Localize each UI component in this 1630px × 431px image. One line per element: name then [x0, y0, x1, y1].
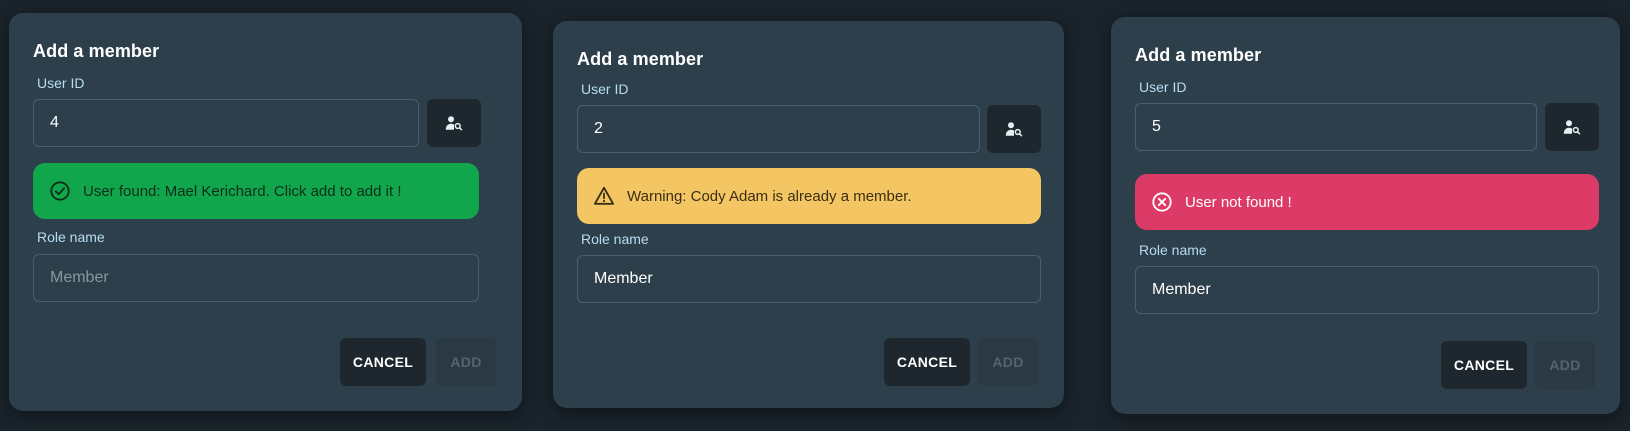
user-id-input[interactable]	[1135, 103, 1537, 151]
check-circle-icon	[49, 180, 71, 202]
user-id-label: User ID	[1139, 79, 1187, 95]
dialog-title: Add a member	[577, 49, 704, 69]
role-name-input[interactable]	[1135, 266, 1599, 314]
add-member-dialog-warning: Add a member User ID Warning: Cody Adam …	[553, 21, 1064, 408]
role-name-label: Role name	[1139, 242, 1207, 258]
alert-success: User found: Mael Kerichard. Click add to…	[33, 163, 479, 219]
user-search-icon	[1005, 122, 1023, 137]
warning-triangle-icon	[593, 185, 615, 207]
cancel-button[interactable]: CANCEL	[884, 338, 970, 386]
add-member-dialog-error: Add a member User ID User not found ! Ro…	[1111, 17, 1620, 414]
dialog-title: Add a member	[1135, 45, 1262, 65]
user-id-input[interactable]	[577, 105, 980, 153]
add-button[interactable]: ADD	[978, 338, 1038, 386]
user-id-label: User ID	[37, 75, 85, 91]
alert-message: Warning: Cody Adam is already a member.	[627, 187, 912, 205]
alert-message: User not found !	[1185, 193, 1292, 211]
add-member-dialog-success: Add a member User ID User found: Mael Ke…	[9, 13, 522, 411]
cancel-button[interactable]: CANCEL	[340, 338, 426, 386]
alert-warning: Warning: Cody Adam is already a member.	[577, 168, 1041, 224]
add-button[interactable]: ADD	[436, 338, 496, 386]
role-name-input[interactable]	[33, 254, 479, 302]
search-user-button[interactable]	[427, 99, 481, 147]
add-button[interactable]: ADD	[1535, 341, 1595, 389]
search-user-button[interactable]	[1545, 103, 1599, 151]
search-user-button[interactable]	[987, 105, 1041, 153]
user-id-label: User ID	[581, 81, 629, 97]
role-name-label: Role name	[37, 229, 105, 245]
alert-error: User not found !	[1135, 174, 1599, 230]
user-id-input[interactable]	[33, 99, 419, 147]
alert-message: User found: Mael Kerichard. Click add to…	[83, 182, 402, 200]
x-circle-icon	[1151, 191, 1173, 213]
role-name-label: Role name	[581, 231, 649, 247]
role-name-input[interactable]	[577, 255, 1041, 303]
dialog-title: Add a member	[33, 41, 160, 61]
cancel-button[interactable]: CANCEL	[1441, 341, 1527, 389]
user-search-icon	[445, 116, 463, 131]
user-search-icon	[1563, 120, 1581, 135]
